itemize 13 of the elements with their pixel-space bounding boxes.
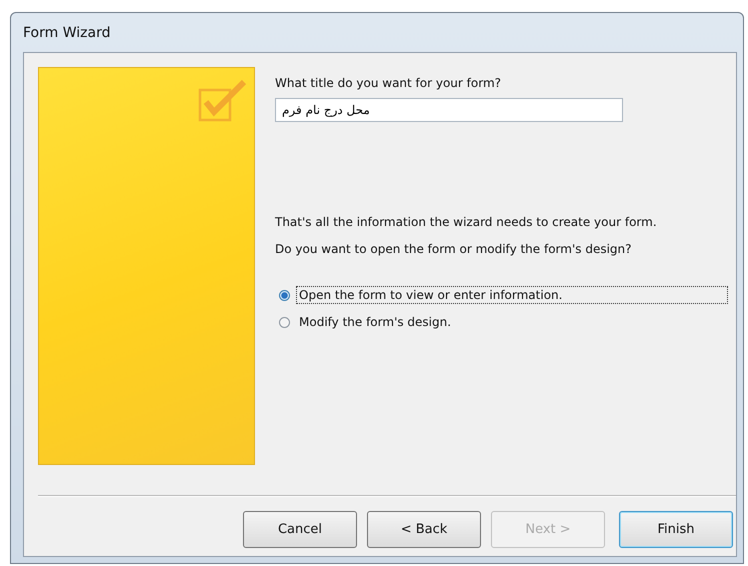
question-text: Do you want to open the form or modify the form's design? <box>275 242 633 256</box>
prompt-text: What title do you want for your form? <box>275 76 502 90</box>
checkbox-tick-icon <box>198 78 248 122</box>
option-label[interactable]: Open the form to view or enter information. <box>296 286 728 304</box>
dialog-button[interactable]: < Back <box>367 511 481 548</box>
info-text: That's all the information the wizard needs to create your form. <box>275 214 658 231</box>
option-label[interactable]: Modify the form's design. <box>296 313 454 331</box>
radio-button[interactable] <box>279 316 290 328</box>
dialog-button[interactable]: Cancel <box>243 511 357 548</box>
radio-button[interactable] <box>279 290 290 300</box>
title-field[interactable]: محل درج نام فرم <box>275 98 623 122</box>
window-title: Form Wizard <box>23 24 110 40</box>
dialog-button[interactable]: Finish <box>619 511 733 548</box>
